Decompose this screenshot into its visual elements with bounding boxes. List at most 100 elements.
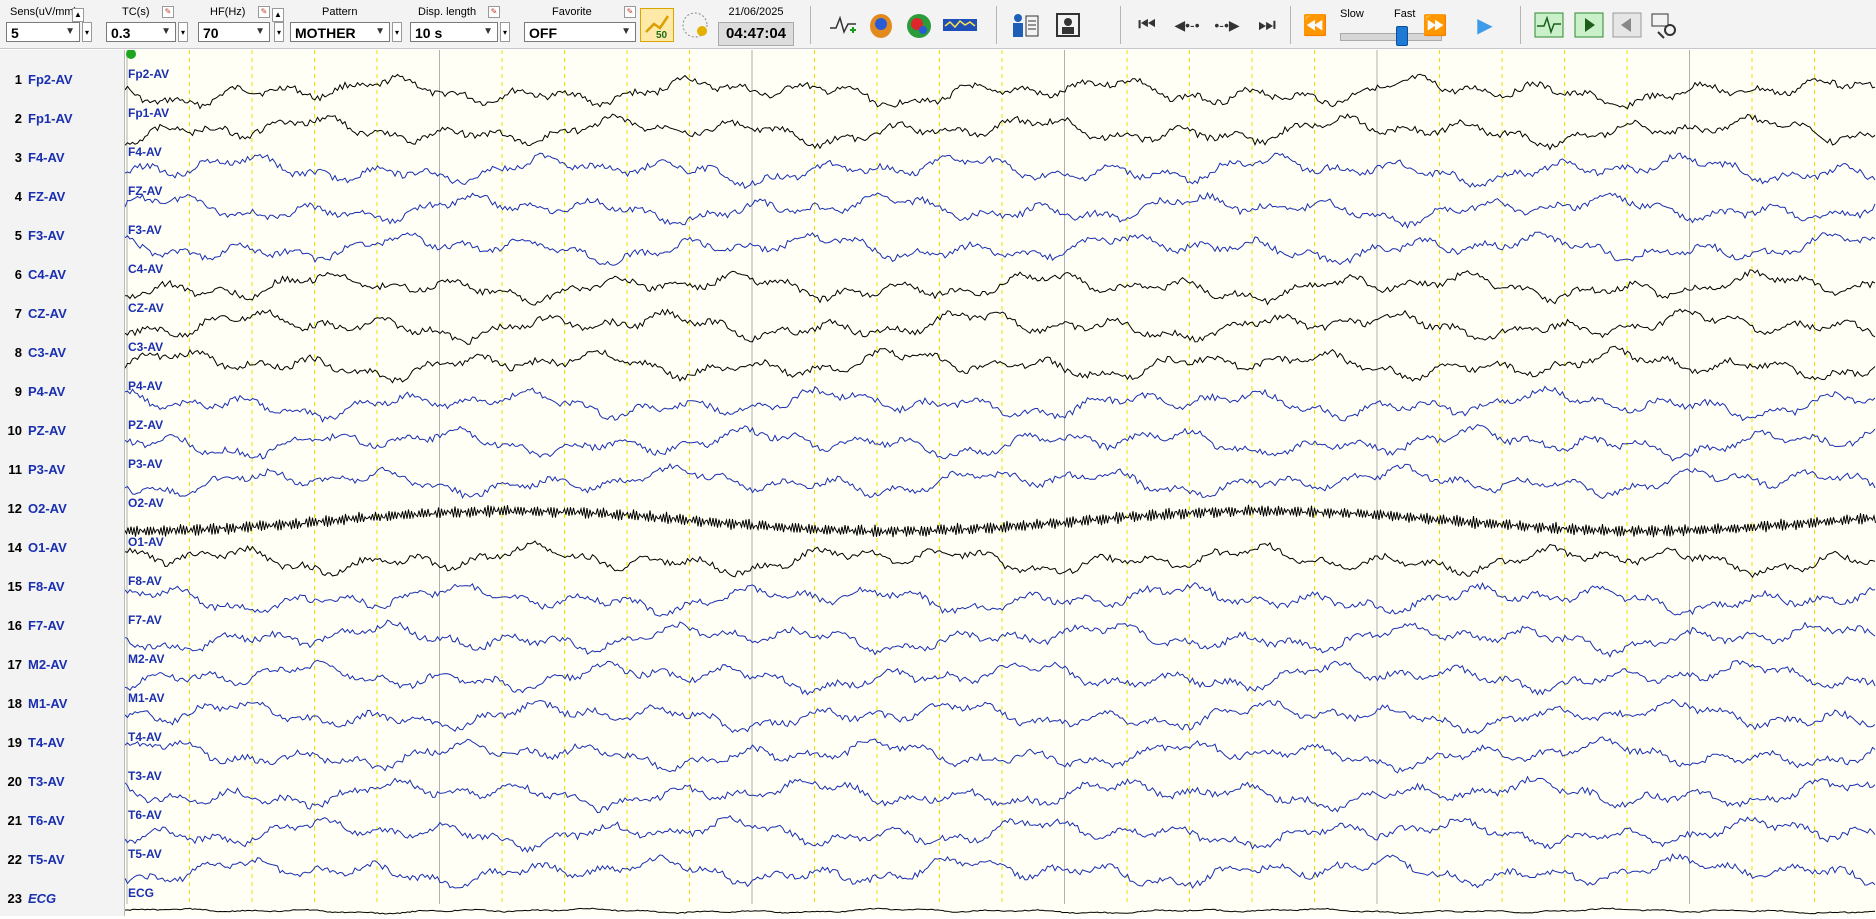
filter-50hz-button[interactable]: 50: [640, 8, 674, 42]
channel-row[interactable]: 15 F8-AV: [0, 579, 124, 599]
fast-forward-button[interactable]: ⏩: [1418, 8, 1452, 42]
trace-label: T5-AV: [128, 847, 162, 861]
channel-row[interactable]: 10 PZ-AV: [0, 423, 124, 443]
channel-row[interactable]: 14 O1-AV: [0, 540, 124, 560]
tc-down-button[interactable]: ▾: [178, 22, 188, 42]
trace-label: O2-AV: [128, 496, 164, 510]
favorite-label: Favorite: [552, 6, 592, 18]
video-button[interactable]: [1052, 8, 1086, 42]
channel-number: 17: [7, 657, 22, 672]
channel-name: T5-AV: [28, 852, 65, 867]
datetime-panel: 21/06/2025 04:47:04: [718, 6, 794, 46]
play-button[interactable]: ▶: [1468, 8, 1502, 42]
eeg-trace: [124, 462, 1876, 499]
channel-number: 2: [14, 111, 22, 126]
trace-label: M1-AV: [128, 691, 164, 705]
eeg-traces: Fp2-AV Fp1-AV F4-AV FZ-AV F3-AV C4-AV CZ-AV C3-…: [124, 49, 1876, 915]
channel-row[interactable]: 20 T3-AV: [0, 774, 124, 794]
channel-row[interactable]: 12 O2-AV: [0, 501, 124, 521]
settings-tools-button[interactable]: [1648, 8, 1682, 42]
channel-row[interactable]: 17 M2-AV: [0, 657, 124, 677]
eeg-trace-area[interactable]: Fp2-AV Fp1-AV F4-AV FZ-AV F3-AV C4-AV CZ-AV C3-…: [124, 49, 1876, 916]
channel-name: O2-AV: [28, 501, 67, 516]
channel-row[interactable]: 6 C4-AV: [0, 267, 124, 287]
trace-label: T6-AV: [128, 808, 162, 822]
topography-button[interactable]: [902, 8, 936, 42]
pattern-value: MOTHER: [295, 25, 356, 41]
chevron-down-icon: ▼: [65, 26, 75, 37]
tc-select[interactable]: 0.3 ▼: [106, 22, 176, 42]
channel-number: 20: [7, 774, 22, 789]
channel-row[interactable]: 4 FZ-AV: [0, 189, 124, 209]
tc-value: 0.3: [111, 25, 131, 41]
trace-label: FZ-AV: [128, 184, 162, 198]
channel-number: 8: [14, 345, 22, 360]
sens-select[interactable]: 5 ▼: [6, 22, 80, 42]
tc-edit-icon[interactable]: ✎: [162, 6, 174, 18]
channel-row[interactable]: 23 ECG: [0, 891, 124, 911]
patient-info-button[interactable]: [1008, 8, 1042, 42]
channel-row[interactable]: 5 F3-AV: [0, 228, 124, 248]
go-end-button[interactable]: ⏭: [1250, 8, 1284, 42]
channel-row[interactable]: 19 T4-AV: [0, 735, 124, 755]
channel-row[interactable]: 2 Fp1-AV: [0, 111, 124, 131]
recording-time[interactable]: 04:47:04: [718, 22, 794, 46]
chevron-down-icon: ▼: [621, 26, 631, 37]
channel-row[interactable]: 16 F7-AV: [0, 618, 124, 638]
channel-row[interactable]: 22 T5-AV: [0, 852, 124, 872]
channel-name: Fp2-AV: [28, 72, 73, 87]
disp-length-select[interactable]: 10 s ▼: [410, 22, 498, 42]
sens-down-button[interactable]: ▾: [82, 22, 92, 42]
channel-name: T4-AV: [28, 735, 65, 750]
disp-length-down-button[interactable]: ▾: [500, 22, 510, 42]
electrode-map-button[interactable]: [678, 8, 712, 42]
channel-number: 23: [7, 891, 22, 906]
step-back-button[interactable]: [1610, 8, 1644, 42]
filter-badge: 50: [656, 30, 668, 40]
channel-row[interactable]: 7 CZ-AV: [0, 306, 124, 326]
channel-row[interactable]: 8 C3-AV: [0, 345, 124, 365]
pattern-down-button[interactable]: ▾: [392, 22, 402, 42]
channel-row[interactable]: 3 F4-AV: [0, 150, 124, 170]
pattern-label: Pattern: [322, 6, 358, 18]
spectrum-icon: [943, 19, 977, 31]
hf-select[interactable]: 70 ▼: [198, 22, 270, 42]
pattern-select[interactable]: MOTHER ▼: [290, 22, 390, 42]
trace-label: CZ-AV: [128, 301, 164, 315]
go-start-button[interactable]: ⏮: [1130, 8, 1164, 42]
step-forward-button[interactable]: [1572, 8, 1606, 42]
next-marker-button[interactable]: •-•▶: [1210, 8, 1244, 42]
eeg-trace: [124, 698, 1876, 735]
eeg-trace: [124, 540, 1876, 579]
eeg-trace: [124, 385, 1876, 423]
montage-button[interactable]: [826, 8, 860, 42]
trace-label: T3-AV: [128, 769, 162, 783]
eeg-trace: [124, 424, 1876, 462]
channel-name: C4-AV: [28, 267, 67, 282]
trace-label: F8-AV: [128, 574, 162, 588]
prev-marker-button[interactable]: ◀•-•: [1170, 8, 1204, 42]
sens-up-button[interactable]: ▲: [72, 8, 84, 22]
trace-label: O1-AV: [128, 535, 164, 549]
channel-row[interactable]: 18 M1-AV: [0, 696, 124, 716]
hf-up-button[interactable]: ▲: [272, 8, 284, 22]
channel-row[interactable]: 11 P3-AV: [0, 462, 124, 482]
channel-number: 5: [14, 228, 22, 243]
channel-row[interactable]: 9 P4-AV: [0, 384, 124, 404]
rewind-button[interactable]: ⏪: [1298, 8, 1332, 42]
record-view-button[interactable]: [1532, 8, 1566, 42]
hf-edit-icon[interactable]: ✎: [258, 6, 270, 18]
channel-label-panel: 1 Fp2-AV 2 Fp1-AV 3 F4-AV 4 FZ-AV 5 F3-AV 6 C4-AV 7 C…: [0, 50, 125, 916]
head-map-button[interactable]: [864, 8, 898, 42]
chevron-down-icon: ▼: [161, 26, 171, 37]
channel-row[interactable]: 21 T6-AV: [0, 813, 124, 833]
channel-name: T6-AV: [28, 813, 65, 828]
speed-thumb[interactable]: [1396, 26, 1408, 46]
favorite-select[interactable]: OFF ▼: [524, 22, 636, 42]
topography-icon: [907, 14, 931, 38]
spectrum-button[interactable]: [940, 8, 980, 42]
channel-row[interactable]: 1 Fp2-AV: [0, 72, 124, 92]
hf-down-button[interactable]: ▾: [274, 22, 284, 42]
favorite-edit-icon[interactable]: ✎: [624, 6, 636, 18]
disp-length-edit-icon[interactable]: ✎: [488, 6, 500, 18]
